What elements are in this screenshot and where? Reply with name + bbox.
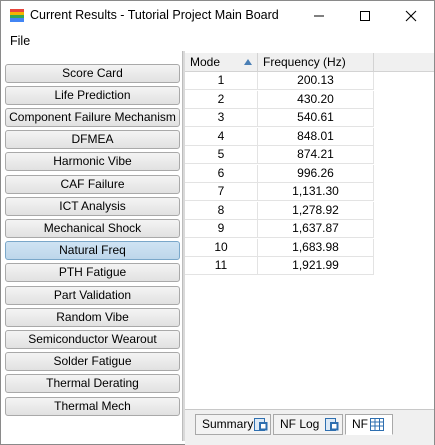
cell-mode: 1 [185,72,258,90]
table-row[interactable]: 9 1,637.87 [185,220,374,238]
nav-caf-failure[interactable]: CAF Failure [5,175,180,194]
column-header-frequency[interactable]: Frequency (Hz) [258,53,374,72]
column-header-mode[interactable]: Mode [185,53,258,72]
tab-summary-label: Summary [202,417,254,431]
table-row[interactable]: 10 1,683.98 [185,239,374,257]
nav-harmonic-vibe[interactable]: Harmonic Vibe [5,152,180,171]
cell-frequency: 430.20 [258,91,374,109]
table-row[interactable]: 3 540.61 [185,109,374,127]
status-strip [185,441,434,445]
cell-mode: 7 [185,183,258,201]
table-row[interactable]: 4 848.01 [185,128,374,146]
nav-score-card[interactable]: Score Card [5,64,180,83]
cell-mode: 6 [185,165,258,183]
analysis-sidebar: Score Card Life Prediction Component Fai… [2,51,182,441]
title-bar[interactable]: Current Results - Tutorial Project Main … [1,1,434,31]
nav-part-validation[interactable]: Part Validation [5,286,180,305]
table-row[interactable]: 6 996.26 [185,165,374,183]
nav-ict-analysis[interactable]: ICT Analysis [5,197,180,216]
table-icon [370,418,384,431]
table-row[interactable]: 2 430.20 [185,91,374,109]
cell-frequency: 200.13 [258,72,374,90]
maximize-icon [360,11,370,21]
nav-semiconductor-wearout[interactable]: Semiconductor Wearout [5,330,180,349]
menu-bar: File [1,31,434,51]
column-header-filler [374,53,434,72]
table-row[interactable]: 11 1,921.99 [185,257,374,275]
column-header-mode-label: Mode [190,55,221,69]
close-button[interactable] [388,1,434,31]
table-row[interactable]: 5 874.21 [185,146,374,164]
nav-component-failure-mechanism[interactable]: Component Failure Mechanism [5,108,180,127]
table-row[interactable]: 7 1,131.30 [185,183,374,201]
table-row[interactable]: 1 200.13 [185,72,374,90]
nav-life-prediction[interactable]: Life Prediction [5,86,180,105]
cell-frequency: 996.26 [258,165,374,183]
cell-mode: 10 [185,239,258,257]
report-icon [254,418,268,431]
tab-summary[interactable]: Summary [195,414,271,435]
nav-random-vibe[interactable]: Random Vibe [5,308,180,327]
nav-dfmea[interactable]: DFMEA [5,130,180,149]
cell-mode: 9 [185,220,258,238]
cell-frequency: 874.21 [258,146,374,164]
tab-nf[interactable]: NF [345,414,393,435]
cell-frequency: 1,921.99 [258,257,374,275]
nav-thermal-mech[interactable]: Thermal Mech [5,397,180,416]
cell-frequency: 1,131.30 [258,183,374,201]
report-icon [325,418,339,431]
results-grid: Mode Frequency (Hz) 1 200.13 2 430.20 3 540… [185,51,434,409]
nav-pth-fatigue[interactable]: PTH Fatigue [5,263,180,282]
results-tab-strip: Summary NF Log NF [185,409,434,441]
table-row[interactable]: 8 1,278.92 [185,202,374,220]
nav-natural-freq[interactable]: Natural Freq [5,241,180,260]
tab-nf-label: NF [352,417,368,431]
cell-mode: 3 [185,109,258,127]
cell-mode: 5 [185,146,258,164]
menu-file[interactable]: File [10,34,30,48]
sort-ascending-icon [244,59,252,65]
cell-frequency: 1,683.98 [258,239,374,257]
maximize-button[interactable] [342,1,388,31]
app-icon [10,9,24,22]
cell-mode: 8 [185,202,258,220]
column-header-frequency-label: Frequency (Hz) [263,55,346,69]
nav-mechanical-shock[interactable]: Mechanical Shock [5,219,180,238]
cell-mode: 11 [185,257,258,275]
cell-frequency: 1,637.87 [258,220,374,238]
tab-nf-log-label: NF Log [280,417,320,431]
nav-solder-fatigue[interactable]: Solder Fatigue [5,352,180,371]
minimize-button[interactable] [296,1,342,31]
cell-frequency: 848.01 [258,128,374,146]
close-icon [405,10,417,22]
results-window: Current Results - Tutorial Project Main … [0,0,435,445]
minimize-icon [314,15,324,17]
cell-mode: 2 [185,91,258,109]
nav-thermal-derating[interactable]: Thermal Derating [5,374,180,393]
cell-frequency: 540.61 [258,109,374,127]
cell-frequency: 1,278.92 [258,202,374,220]
tab-nf-log[interactable]: NF Log [273,414,343,435]
cell-mode: 4 [185,128,258,146]
window-title: Current Results - Tutorial Project Main … [30,8,279,22]
